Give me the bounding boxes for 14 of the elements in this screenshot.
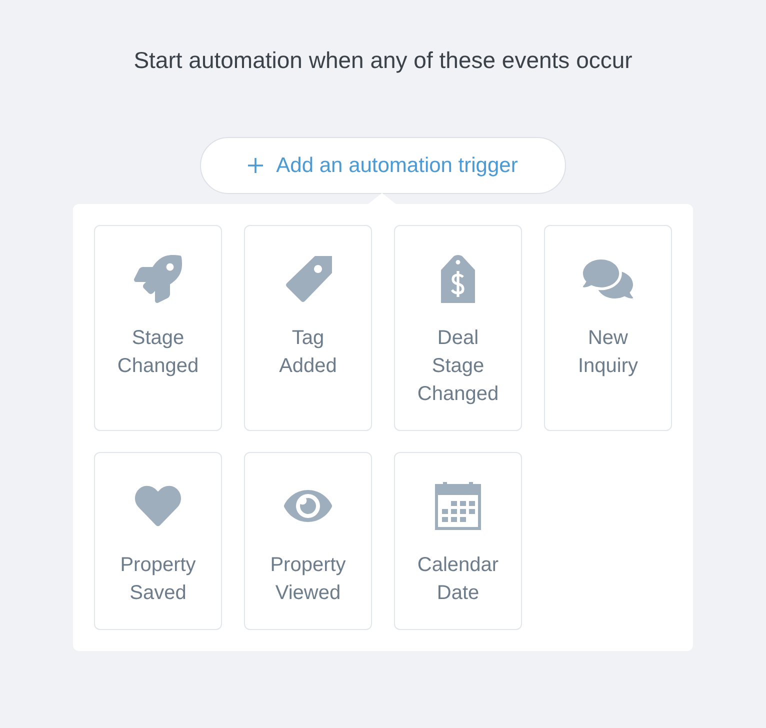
tag-icon xyxy=(284,256,332,302)
heading: Start automation when any of these events occur xyxy=(134,46,632,75)
price-tag-icon xyxy=(441,255,475,303)
trigger-option[interactable]: Deal Stage Changed xyxy=(394,225,522,431)
trigger-option[interactable]: New Inquiry xyxy=(544,225,672,431)
rocket-icon xyxy=(134,255,182,303)
trigger-option[interactable]: Calendar Date xyxy=(394,452,522,630)
calendar-icon xyxy=(435,482,481,530)
heart-icon xyxy=(135,483,181,529)
plus-icon xyxy=(248,158,264,173)
trigger-option[interactable]: Property Saved xyxy=(94,452,222,630)
trigger-option[interactable]: Property Viewed xyxy=(244,452,372,630)
trigger-option[interactable]: Stage Changed xyxy=(94,225,222,431)
trigger-option[interactable]: Tag Added xyxy=(244,225,372,431)
